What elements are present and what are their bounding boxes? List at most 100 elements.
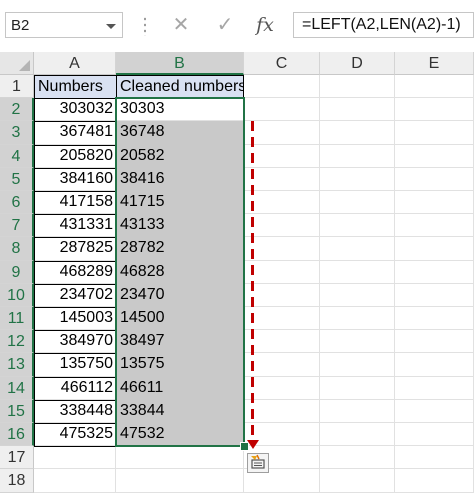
row-header-3[interactable]: 3 bbox=[0, 121, 34, 145]
cell-number[interactable]: 431331 bbox=[34, 214, 117, 239]
cancel-icon[interactable]: ✕ bbox=[168, 12, 194, 38]
row-header-18[interactable]: 18 bbox=[0, 469, 34, 493]
cell-number[interactable]: 135750 bbox=[34, 353, 117, 378]
row-header-9[interactable]: 9 bbox=[0, 260, 34, 284]
cell-cleaned-number[interactable]: 46611 bbox=[116, 376, 244, 401]
name-box[interactable]: B2 bbox=[5, 12, 123, 38]
cell[interactable] bbox=[395, 98, 474, 122]
cell[interactable] bbox=[320, 214, 395, 238]
cell[interactable] bbox=[395, 260, 474, 284]
autofill-options-icon[interactable] bbox=[247, 453, 269, 474]
cell-number[interactable]: 145003 bbox=[34, 307, 117, 332]
cell-cleaned-number[interactable]: 23470 bbox=[116, 283, 244, 308]
row-header-16[interactable]: 16 bbox=[0, 423, 34, 447]
cell[interactable] bbox=[320, 98, 395, 122]
cell-cleaned-number[interactable]: 20582 bbox=[116, 144, 244, 169]
row-header-2[interactable]: 2 bbox=[0, 98, 34, 122]
cell-cleaned-number[interactable]: 38416 bbox=[116, 167, 244, 192]
cell-number[interactable]: 303032 bbox=[34, 98, 117, 123]
cell[interactable] bbox=[244, 283, 320, 307]
cell[interactable] bbox=[320, 307, 395, 331]
cell[interactable] bbox=[320, 144, 395, 168]
cell[interactable] bbox=[244, 191, 320, 215]
cell[interactable] bbox=[320, 75, 395, 99]
row-header-1[interactable]: 1 bbox=[0, 75, 34, 99]
cell[interactable] bbox=[244, 121, 320, 145]
cell[interactable] bbox=[244, 214, 320, 238]
select-all-button[interactable] bbox=[0, 52, 34, 75]
enter-icon[interactable]: ✓ bbox=[212, 12, 238, 38]
header-cell-cleaned-numbers[interactable]: Cleaned numbers bbox=[116, 75, 244, 100]
cell-number[interactable]: 338448 bbox=[34, 399, 117, 424]
cell[interactable] bbox=[244, 330, 320, 354]
cell-cleaned-number[interactable]: 43133 bbox=[116, 214, 244, 239]
row-header-14[interactable]: 14 bbox=[0, 376, 34, 400]
row-header-13[interactable]: 13 bbox=[0, 353, 34, 377]
column-header-a[interactable]: A bbox=[34, 52, 116, 75]
cell-cleaned-number[interactable]: 28782 bbox=[116, 237, 244, 262]
row-header-17[interactable]: 17 bbox=[0, 446, 34, 470]
cell[interactable] bbox=[320, 260, 395, 284]
cell-cleaned-number[interactable]: 46828 bbox=[116, 260, 244, 285]
cell[interactable] bbox=[320, 446, 395, 470]
row-header-10[interactable]: 10 bbox=[0, 283, 34, 307]
row-header-4[interactable]: 4 bbox=[0, 144, 34, 168]
cell-cleaned-number[interactable]: 38497 bbox=[116, 330, 244, 355]
cell[interactable] bbox=[395, 237, 474, 261]
cell[interactable] bbox=[116, 469, 244, 493]
cell-number[interactable]: 287825 bbox=[34, 237, 117, 262]
cell[interactable] bbox=[320, 330, 395, 354]
cell[interactable] bbox=[395, 75, 474, 99]
cell-number[interactable]: 475325 bbox=[34, 423, 117, 448]
cell[interactable] bbox=[244, 98, 320, 122]
cell[interactable] bbox=[395, 376, 474, 400]
cell[interactable] bbox=[395, 469, 474, 493]
cell[interactable] bbox=[395, 330, 474, 354]
cell-number[interactable]: 367481 bbox=[34, 121, 117, 146]
cell[interactable] bbox=[320, 399, 395, 423]
cell[interactable] bbox=[395, 144, 474, 168]
cell[interactable] bbox=[244, 399, 320, 423]
chevron-down-icon[interactable] bbox=[106, 24, 116, 29]
cell[interactable] bbox=[116, 446, 244, 470]
cell[interactable] bbox=[320, 353, 395, 377]
cell-number[interactable]: 384970 bbox=[34, 330, 117, 355]
cell[interactable] bbox=[395, 214, 474, 238]
row-header-8[interactable]: 8 bbox=[0, 237, 34, 261]
cell[interactable] bbox=[320, 121, 395, 145]
cell[interactable] bbox=[320, 237, 395, 261]
header-cell-numbers[interactable]: Numbers bbox=[34, 75, 117, 100]
cell[interactable] bbox=[395, 283, 474, 307]
row-header-12[interactable]: 12 bbox=[0, 330, 34, 354]
cell[interactable] bbox=[395, 446, 474, 470]
column-header-c[interactable]: C bbox=[244, 52, 320, 75]
cell[interactable] bbox=[320, 283, 395, 307]
insert-function-icon[interactable]: fx bbox=[252, 12, 278, 38]
cell-cleaned-number[interactable]: 36748 bbox=[116, 121, 244, 146]
column-header-b[interactable]: B bbox=[116, 52, 244, 75]
cell[interactable] bbox=[395, 121, 474, 145]
cell[interactable] bbox=[244, 237, 320, 261]
cell-number[interactable]: 234702 bbox=[34, 283, 117, 308]
cell-cleaned-number[interactable]: 41715 bbox=[116, 191, 244, 216]
cell[interactable] bbox=[244, 75, 320, 99]
formula-input[interactable]: =LEFT(A2,LEN(A2)-1) bbox=[293, 12, 474, 38]
cell[interactable] bbox=[395, 191, 474, 215]
cell[interactable] bbox=[320, 423, 395, 447]
cell[interactable] bbox=[320, 376, 395, 400]
cell-cleaned-number[interactable]: 13575 bbox=[116, 353, 244, 378]
cell[interactable] bbox=[320, 469, 395, 493]
cell[interactable] bbox=[244, 144, 320, 168]
row-header-15[interactable]: 15 bbox=[0, 399, 34, 423]
cell[interactable] bbox=[244, 260, 320, 284]
cell-number[interactable]: 466112 bbox=[34, 376, 117, 401]
cell[interactable] bbox=[244, 167, 320, 191]
cell-cleaned-number[interactable]: 33844 bbox=[116, 399, 244, 424]
cell-cleaned-number[interactable]: 47532 bbox=[116, 423, 244, 448]
cell[interactable] bbox=[320, 191, 395, 215]
row-header-11[interactable]: 11 bbox=[0, 307, 34, 331]
cell[interactable] bbox=[244, 307, 320, 331]
cell-number[interactable]: 417158 bbox=[34, 191, 117, 216]
cell[interactable] bbox=[320, 167, 395, 191]
cell[interactable] bbox=[244, 376, 320, 400]
